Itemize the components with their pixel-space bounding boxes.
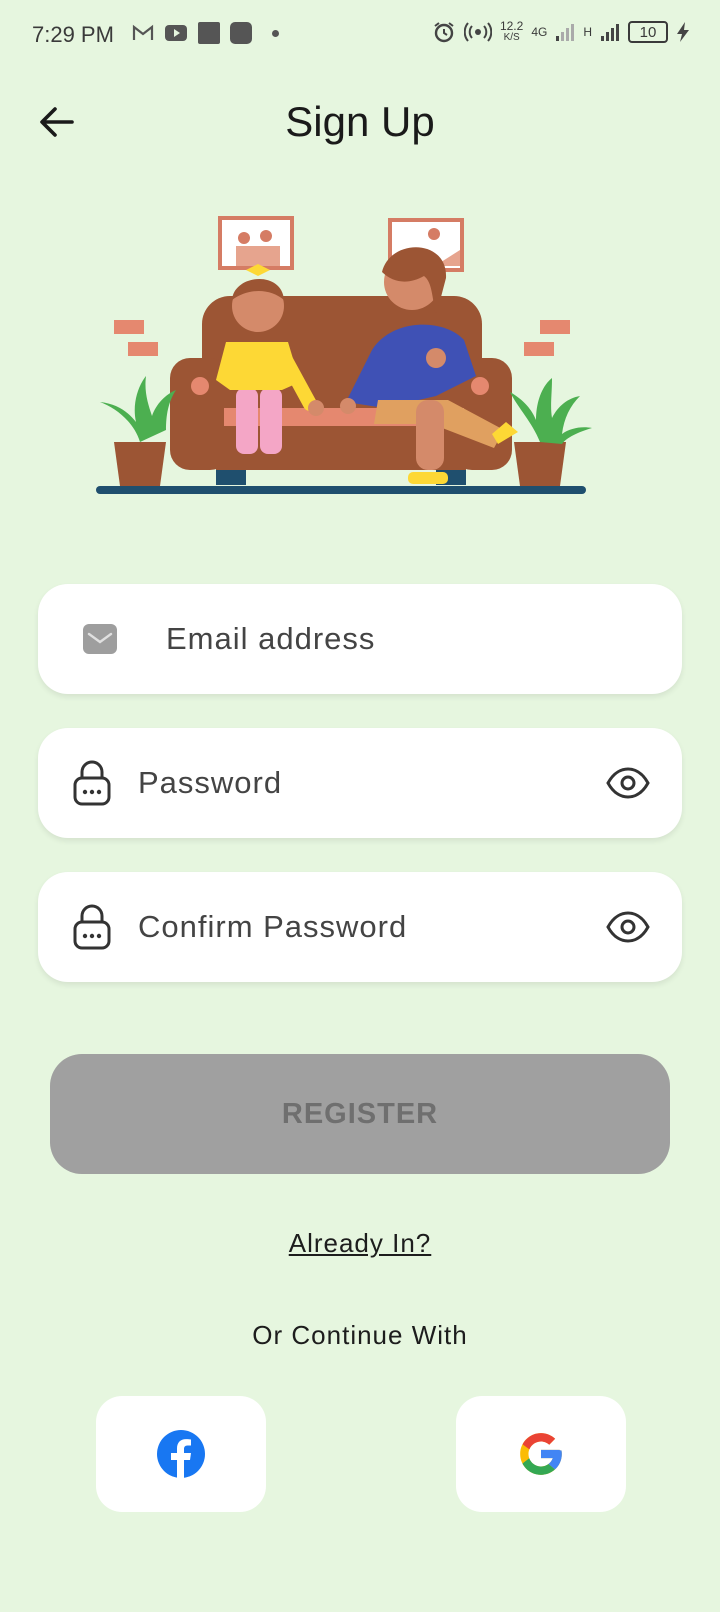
charging-icon — [677, 22, 689, 42]
lock-icon — [62, 897, 122, 957]
or-continue-with-text: Or Continue With — [252, 1320, 468, 1350]
battery-indicator: 10 — [628, 21, 668, 43]
alarm-icon — [434, 22, 454, 43]
speed-unit: K/S — [503, 32, 520, 43]
google-login-button[interactable] — [456, 1396, 626, 1512]
already-in-link[interactable]: Already In? — [0, 1228, 720, 1259]
speed-value: 12.2 — [499, 19, 524, 33]
notification-icons — [132, 22, 279, 44]
page-title: Sign Up — [285, 98, 435, 145]
facebook-icon — [157, 1430, 205, 1479]
password-input[interactable] — [136, 764, 598, 802]
show-confirm-password-eye-icon[interactable] — [598, 897, 658, 957]
lock-icon — [62, 753, 122, 813]
facebook-login-button[interactable] — [96, 1396, 266, 1512]
signal-icon — [556, 24, 575, 41]
status-bar: 7:29 PM 12.2 K/S 4G H 10 — [0, 0, 720, 72]
app-notification-icon — [198, 22, 220, 44]
email-field[interactable] — [38, 584, 682, 694]
confirm-password-input[interactable] — [136, 908, 598, 946]
google-icon — [520, 1433, 562, 1475]
youtube-icon — [165, 25, 187, 41]
network-type-h: H — [583, 25, 592, 39]
gmail-icon — [132, 24, 154, 40]
signal-icon-2 — [601, 24, 619, 41]
confirm-password-field[interactable] — [38, 872, 682, 982]
show-password-eye-icon[interactable] — [598, 753, 658, 813]
hotspot-icon — [463, 22, 492, 42]
system-icons: 12.2 K/S 4G H 10 — [432, 20, 690, 44]
network-speed: 12.2 K/S — [500, 20, 523, 44]
family-couch-illustration — [96, 216, 592, 494]
more-notifications-dot — [272, 29, 279, 37]
network-type: 4G — [531, 25, 548, 39]
register-button[interactable]: REGISTER — [50, 1054, 670, 1174]
battery-level: 10 — [639, 23, 657, 41]
mail-icon — [70, 609, 130, 669]
password-field[interactable] — [38, 728, 682, 838]
status-time: 7:29 PM — [32, 22, 114, 47]
app-notification-icon-2 — [230, 22, 252, 44]
email-input[interactable] — [164, 620, 682, 658]
